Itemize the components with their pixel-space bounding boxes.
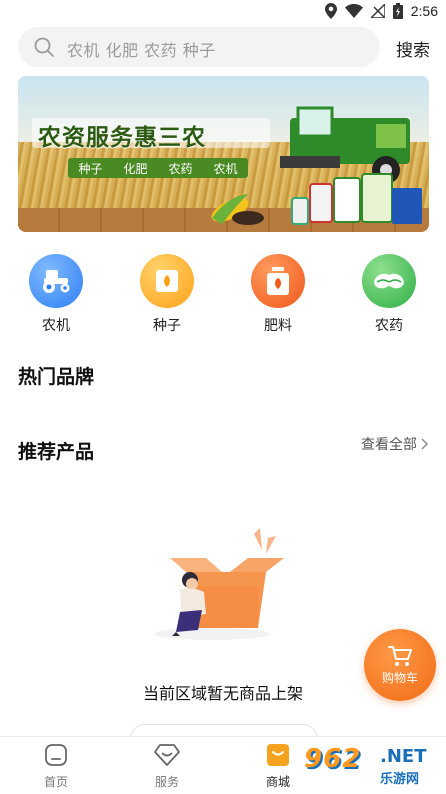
battery-icon [392,3,403,19]
watermark-number: 962 [304,744,362,774]
category-machinery[interactable]: 农机 [16,254,96,334]
search-placeholder: 农机 化肥 农药 种子 [67,41,216,60]
search-button[interactable]: 搜索 [396,36,430,61]
promo-banner[interactable]: 农资服务惠三农 种子 化肥 农药 农机 [18,76,429,232]
category-pesticide[interactable]: 农药 [349,254,429,334]
category-icon-wrap [251,254,305,308]
banner-title: 农资服务惠三农 [38,125,206,151]
status-time: 2:56 [410,3,438,19]
category-row: 农机 种子 肥料 农药 [0,254,446,334]
category-fertilizer[interactable]: 肥料 [238,254,318,334]
nav-label: 服务 [154,775,179,789]
status-bar: 2:56 [0,0,446,24]
status-icons: 2:56 [324,3,438,19]
signal-icon [370,4,385,18]
view-all-label: 查看全部 [361,437,417,453]
fertilizer-icon [267,267,289,295]
banner-tags: 种子 化肥 农药 农机 [68,158,248,178]
nav-home[interactable]: 首页 [26,743,86,790]
recommended-title: 推荐产品 [18,441,95,463]
pesticide-icon [374,273,404,289]
search-icon [34,37,54,57]
category-icon-wrap [362,254,416,308]
category-label: 种子 [153,318,181,334]
site-watermark: 962 .NET 乐游网 [298,740,444,790]
banner-tag: 化肥 [123,161,148,176]
chevron-right-icon [421,438,428,450]
category-label: 农机 [42,318,70,334]
seed-icon [156,270,178,292]
hot-brands-title: 热门品牌 [18,366,95,388]
mall-icon [267,744,289,766]
tractor-icon [43,270,70,293]
banner-tag: 农药 [168,161,193,176]
nav-service[interactable]: 服务 [137,743,197,790]
home-icon [45,744,67,766]
nav-label: 首页 [43,775,68,789]
view-all-link[interactable]: 查看全部 [361,434,428,454]
location-icon [324,3,337,19]
watermark-net: .NET [380,746,427,767]
category-seeds[interactable]: 种子 [127,254,207,334]
empty-box-illustration [154,528,284,640]
harvester-illustration [280,106,422,225]
category-icon-wrap [29,254,83,308]
banner-tag: 种子 [78,161,103,176]
search-input[interactable]: 农机 化肥 农药 种子 [18,27,380,67]
search-row: 农机 化肥 农药 种子 搜索 [18,27,438,67]
service-icon [154,744,180,766]
corn-illustration [211,194,264,225]
cart-icon [388,645,412,666]
wifi-icon [344,4,363,18]
category-label: 肥料 [264,318,292,334]
cart-button[interactable]: 购物车 [364,629,436,701]
banner-tag: 农机 [213,161,238,176]
category-label: 农药 [375,318,403,334]
category-icon-wrap [140,254,194,308]
cart-label: 购物车 [381,670,418,685]
watermark-sub: 乐游网 [380,772,420,787]
